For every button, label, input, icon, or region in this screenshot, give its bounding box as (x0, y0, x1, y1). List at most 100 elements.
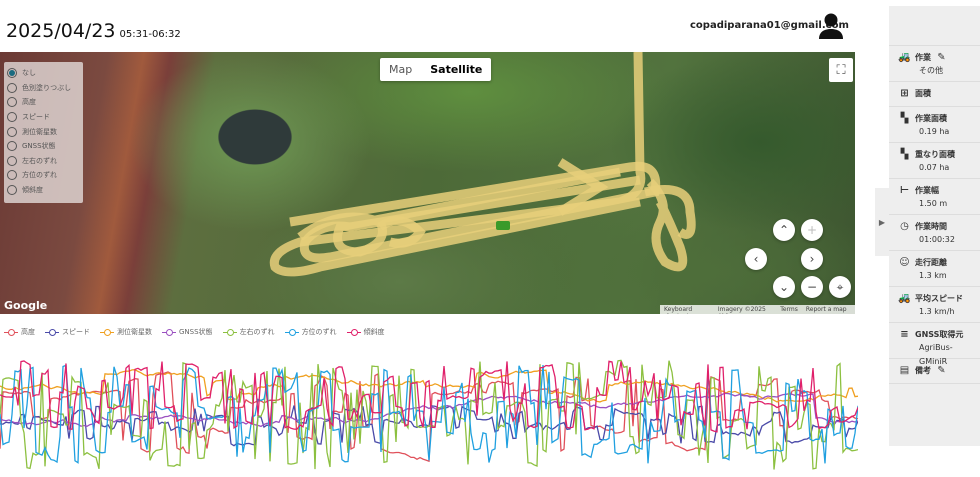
checker-icon: ▚ (900, 148, 909, 160)
clock-icon: ◷ (900, 220, 909, 232)
row-title: 作業 (915, 52, 931, 62)
summary-row: ▚ 作業面積 0.19 ha (889, 107, 980, 143)
summary-row: 🚜 作業 ✎ その他 (889, 46, 980, 82)
row-value: 0.07 ha (919, 163, 950, 172)
work-summary-panel: 🚜 作業 ✎ その他 ⊞ 面積 ▚ 作業面積 0.19 ha ▚ 重なり面積 0.07 ha ⊢ 作業幅 1… (889, 6, 980, 446)
layer-label: 傾斜度 (22, 186, 43, 195)
user-avatar-icon[interactable] (818, 12, 844, 40)
time-range: 05:31-06:32 (119, 29, 181, 40)
satellite-map[interactable]: なし 色別塗りつぶし 高度 スピード 測位衛星数 GNSS状態 左右のずれ 方位… (0, 52, 855, 314)
summary-row: ⊢ 作業幅 1.50 m (889, 179, 980, 215)
pan-up-button[interactable]: ⌃ (773, 219, 795, 241)
grid-icon: ⊞ (900, 87, 909, 99)
row-value: 1.3 km/h (919, 307, 955, 316)
row-title: 重なり面積 (915, 149, 955, 159)
map-type-control: Map Satellite (380, 58, 492, 81)
radio-icon[interactable] (7, 155, 17, 166)
map-type-map-button[interactable]: Map (380, 58, 421, 81)
map-type-satellite-button[interactable]: Satellite (421, 58, 491, 81)
layer-label: なし (22, 69, 36, 78)
radio-icon[interactable] (7, 112, 17, 123)
edit-pencil-icon[interactable]: ✎ (936, 52, 947, 63)
summary-row: ▚ 重なり面積 0.07 ha (889, 143, 980, 179)
legend-item[interactable]: GNSS状態 (162, 327, 213, 337)
layer-label: 高度 (22, 98, 36, 107)
layer-option[interactable]: GNSS状態 (7, 139, 80, 154)
report-error-link[interactable]: Report a map error (806, 306, 851, 314)
summary-row: 🚜 平均スピード 1.3 km/h (889, 287, 980, 323)
legend-item[interactable]: 左右のずれ (222, 327, 275, 337)
map-attribution: Keyboard shortcuts Imagery ©2025 Airbus … (660, 305, 855, 314)
row-value: 1.50 m (919, 199, 948, 208)
radio-icon[interactable] (7, 68, 17, 79)
layer-label: GNSS状態 (22, 142, 56, 151)
summary-row: ☺ 走行距離 1.3 km (889, 251, 980, 287)
keyboard-shortcuts-link[interactable]: Keyboard shortcuts (664, 306, 710, 314)
row-title: 平均スピード (915, 293, 963, 303)
terms-link[interactable]: Terms (780, 306, 798, 313)
row-value: 01:00:32 (919, 235, 955, 244)
zoom-in-button[interactable]: + (801, 219, 823, 241)
edit-pencil-icon[interactable]: ✎ (936, 365, 947, 376)
layer-option[interactable]: 左右のずれ (7, 154, 80, 169)
fullscreen-icon: ⛶ (836, 62, 846, 78)
my-location-button[interactable]: ⌖ (829, 276, 851, 298)
layer-label: 方位のずれ (22, 171, 57, 180)
radio-icon[interactable] (7, 126, 17, 137)
sensor-chart[interactable] (0, 355, 858, 477)
row-title: GNSS取得元 (915, 329, 964, 339)
row-value: 0.19 ha (919, 127, 950, 136)
layer-option[interactable]: 色別塗りつぶし (7, 81, 80, 96)
legend-item[interactable]: スピード (45, 327, 90, 337)
crosshair-icon: ⌖ (836, 279, 844, 294)
pan-right-button[interactable]: › (801, 248, 823, 270)
row-value: AgriBus-GMiniR (919, 343, 953, 366)
zoom-out-button[interactable]: − (801, 276, 823, 298)
layer-selector: なし 色別塗りつぶし 高度 スピード 測位衛星数 GNSS状態 左右のずれ 方位… (4, 62, 83, 203)
tractor-marker[interactable] (496, 221, 510, 230)
summary-row: ⊞ 面積 (889, 82, 980, 107)
row-value: 1.3 km (919, 271, 947, 280)
pan-down-button[interactable]: ⌄ (773, 276, 795, 298)
layer-option[interactable]: スピード (7, 110, 80, 125)
row-title: 面積 (915, 88, 931, 98)
google-logo: Google (4, 299, 48, 312)
imagery-credit: Imagery ©2025 Airbus (717, 306, 766, 314)
width-icon: ⊢ (899, 184, 910, 196)
layer-option[interactable]: 方位のずれ (7, 168, 80, 183)
layer-option[interactable]: 傾斜度 (7, 183, 80, 198)
radio-icon[interactable] (7, 141, 17, 152)
layer-label: 色別塗りつぶし (22, 83, 72, 92)
layer-label: 測位衛星数 (22, 127, 57, 136)
pan-left-button[interactable]: ‹ (745, 248, 767, 270)
row-value: その他 (919, 66, 943, 75)
radio-icon[interactable] (7, 170, 17, 181)
layer-label: スピード (22, 113, 50, 122)
layer-label: 左右のずれ (22, 156, 57, 165)
series-line-3 (0, 392, 858, 428)
checker-icon: ▚ (900, 112, 909, 124)
layer-option[interactable]: なし (7, 66, 80, 81)
work-track (269, 52, 696, 277)
distance-icon: ☺ (899, 256, 910, 268)
row-title: 作業時間 (915, 221, 947, 231)
layer-option[interactable]: 測位衛星数 (7, 124, 80, 139)
row-title: 作業面積 (915, 113, 947, 123)
row-title: 作業幅 (915, 185, 939, 195)
panel-toggle-button[interactable]: ▶ (875, 188, 889, 256)
work-date: 2025/04/23 05:31-06:32 (6, 20, 181, 42)
legend-item[interactable]: 測位衛星数 (100, 327, 152, 337)
summary-row: ◷ 作業時間 01:00:32 (889, 215, 980, 251)
radio-icon[interactable] (7, 82, 17, 93)
legend-item[interactable]: 方位のずれ (284, 327, 337, 337)
antenna-icon: ≡ (900, 328, 909, 340)
legend-item[interactable]: 傾斜度 (346, 327, 385, 337)
fullscreen-button[interactable]: ⛶ (829, 58, 853, 82)
note-icon: ▤ (899, 364, 910, 376)
summary-row: ≡ GNSS取得元 AgriBus-GMiniR (889, 323, 980, 366)
tractor-icon: 🚜 (898, 292, 911, 304)
radio-icon[interactable] (7, 185, 17, 196)
radio-icon[interactable] (7, 97, 17, 108)
legend-item[interactable]: 高度 (4, 327, 35, 337)
layer-option[interactable]: 高度 (7, 95, 80, 110)
